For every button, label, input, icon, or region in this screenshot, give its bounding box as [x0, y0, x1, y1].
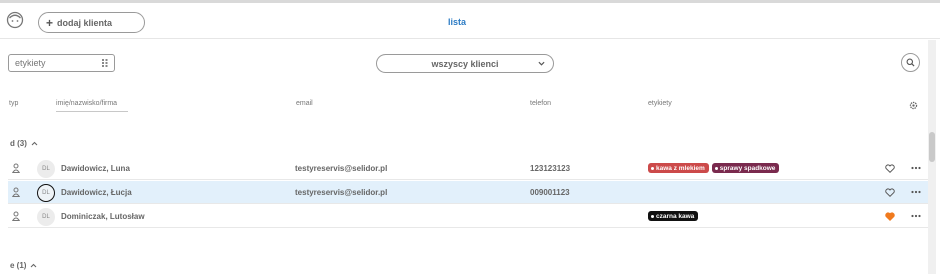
group-label: e (1) [10, 261, 27, 270]
column-phone[interactable]: telefon [530, 100, 551, 107]
add-client-button[interactable]: + dodaj klienta [38, 12, 145, 33]
person-icon [12, 163, 20, 173]
chevron-up-icon [31, 141, 38, 146]
chevron-up-icon [31, 263, 37, 268]
user-face-icon[interactable] [6, 11, 24, 29]
column-type[interactable]: typ [9, 100, 18, 107]
tag-label: sprawy spadkowe [719, 164, 776, 172]
filter-bar: etykiety wszyscy klienci [0, 40, 940, 85]
tag-list: kawa z mlekiem sprawy spadkowe [648, 163, 780, 173]
client-name[interactable]: Dawidowicz, Luna [61, 164, 130, 173]
table-row[interactable]: DL Dawidowicz, Łucja testyreservis@selid… [8, 181, 928, 204]
tab-list[interactable]: lista [448, 17, 466, 27]
group-header-e[interactable]: e (1) [10, 261, 37, 270]
plus-icon: + [46, 15, 54, 30]
client-name[interactable]: Dominiczak, Lutosław [61, 212, 145, 221]
avatar: DL [37, 160, 55, 178]
person-icon [12, 211, 20, 221]
tags-filter-label: etykiety [15, 58, 46, 68]
column-tags[interactable]: etykiety [648, 100, 672, 107]
clients-filter-value: wszyscy klienci [431, 58, 499, 69]
table-row[interactable]: DL Dominiczak, Lutosław czarna kawa [8, 205, 928, 228]
avatar: DL [37, 184, 55, 202]
heart-icon[interactable] [885, 164, 895, 173]
tag-badge[interactable]: czarna kawa [648, 211, 699, 221]
tag-list: czarna kawa [648, 211, 699, 221]
more-dots-icon[interactable] [911, 190, 921, 194]
group-header-d[interactable]: d (3) [10, 139, 38, 148]
column-email[interactable]: email [296, 100, 313, 107]
person-icon [12, 187, 20, 197]
tag-label: czarna kawa [656, 212, 695, 220]
tags-filter-select[interactable]: etykiety [8, 54, 115, 72]
client-email: testyreservis@selidor.pl [295, 188, 388, 197]
scrollbar-thumb[interactable] [929, 132, 935, 162]
header: + dodaj klienta lista [0, 3, 940, 39]
client-email: testyreservis@selidor.pl [295, 164, 388, 173]
name-filter-input[interactable]: imię/nazwisko/firma [56, 97, 128, 112]
client-phone: 123123123 [530, 164, 571, 173]
more-dots-icon[interactable] [911, 214, 921, 218]
tag-badge[interactable]: sprawy spadkowe [711, 163, 780, 173]
table-row[interactable]: DL Dawidowicz, Luna testyreservis@selido… [8, 157, 928, 180]
grid-icon [102, 59, 108, 67]
search-button[interactable] [901, 53, 920, 72]
avatar: DL [37, 208, 55, 226]
chevron-down-icon [538, 61, 545, 66]
clients-filter-select[interactable]: wszyscy klienci [376, 54, 554, 73]
client-phone: 009001123 [530, 188, 570, 197]
more-dots-icon[interactable] [911, 166, 921, 170]
scrollbar[interactable] [928, 40, 936, 274]
tag-label: kawa z mlekiem [656, 164, 705, 172]
heart-icon[interactable] [885, 188, 895, 197]
tag-badge[interactable]: kawa z mlekiem [648, 163, 709, 173]
search-icon [906, 58, 915, 67]
add-client-label: dodaj klienta [57, 17, 113, 28]
gear-icon[interactable] [909, 101, 918, 110]
heart-icon[interactable] [885, 212, 895, 221]
client-name[interactable]: Dawidowicz, Łucja [61, 188, 132, 197]
group-label: d (3) [10, 139, 27, 148]
